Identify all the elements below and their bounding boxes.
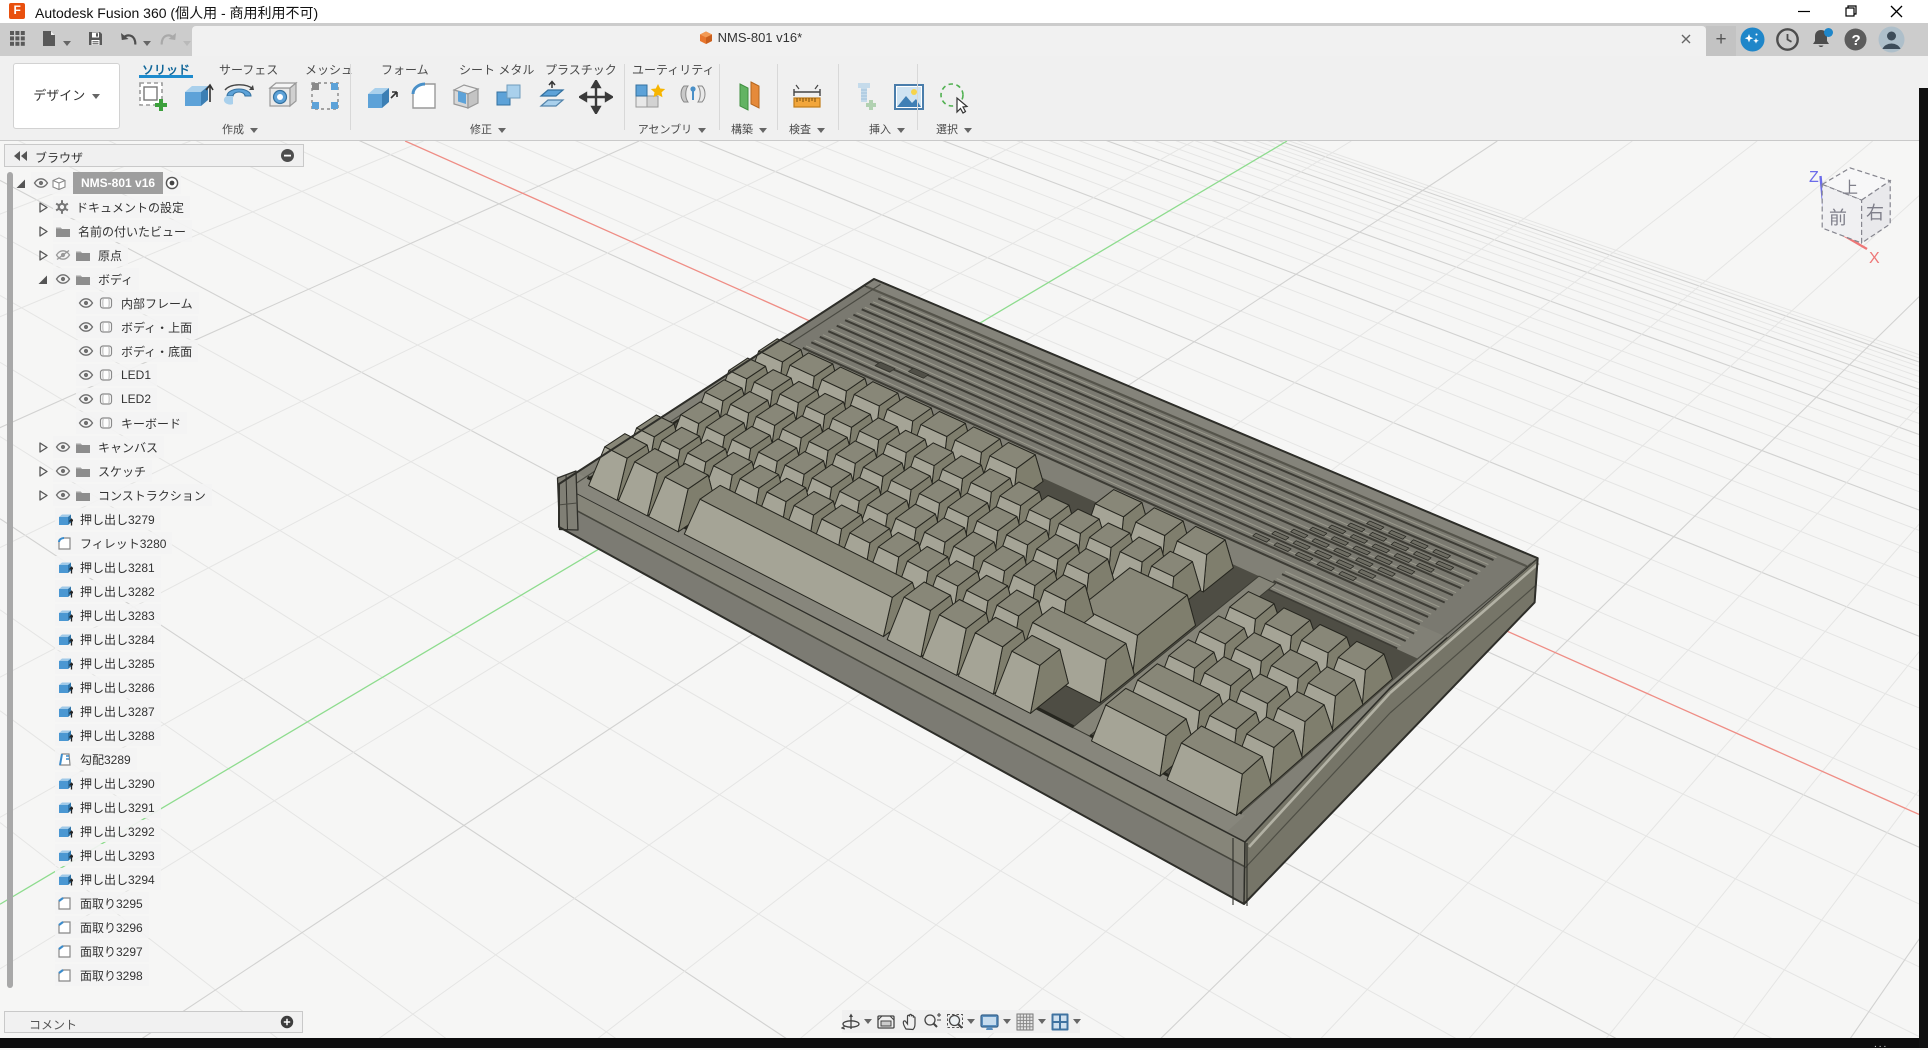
svg-text:前: 前 xyxy=(1829,208,1847,228)
svg-text:X: X xyxy=(1869,250,1880,267)
svg-text:上: 上 xyxy=(1842,179,1858,197)
svg-text:?: ? xyxy=(1852,32,1861,49)
svg-text:右: 右 xyxy=(1866,203,1884,223)
svg-text:Z: Z xyxy=(1809,169,1819,186)
